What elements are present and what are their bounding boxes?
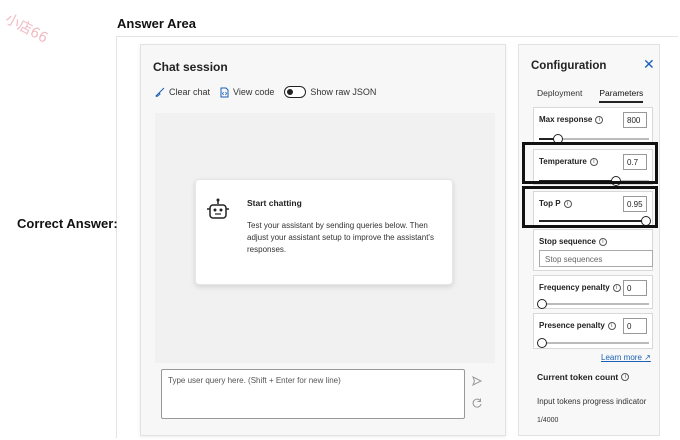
broom-icon [155,87,165,97]
slider-thumb[interactable] [537,299,547,309]
presence-penalty-value-input[interactable]: 0 [623,318,647,334]
learn-more-text[interactable]: Learn more [601,353,642,362]
info-icon[interactable]: i [621,373,630,381]
frequency-penalty-slider[interactable] [537,299,649,309]
start-chatting-card: Start chatting Test your assistant by se… [195,179,453,285]
bot-icon [207,198,229,219]
configuration-title: Configuration [531,60,607,72]
presence-penalty-label: Presence penalty i [539,321,616,330]
toggle-switch[interactable] [284,86,307,98]
max-response-param: Max response i 800 [533,107,653,145]
correct-answer-label: Correct Answer: [17,216,118,231]
show-raw-json-toggle[interactable]: Show raw JSON [284,86,376,98]
close-icon[interactable]: ✕ [643,57,655,73]
learn-more-link[interactable]: Learn more ↗ [601,353,651,362]
frequency-penalty-label-text: Frequency penalty [539,283,610,292]
frequency-penalty-label: Frequency penalty i [539,283,621,292]
token-progress-indicator: Input tokens progress indicator [537,397,647,406]
token-count-value: 1/4000 [537,417,559,424]
chat-toolbar: Clear chat View code Show raw JSON [155,86,386,98]
frequency-penalty-value-input[interactable]: 0 [623,280,647,296]
info-icon[interactable]: i [595,115,604,124]
stop-sequence-label: Stop sequence i [539,237,607,246]
code-file-icon [220,87,229,97]
start-chatting-title: Start chatting [247,198,302,208]
frequency-penalty-param: Frequency penalty i 0 [533,275,653,309]
max-response-label: Max response i [539,115,604,124]
send-icon[interactable] [471,375,483,387]
tab-parameters[interactable]: Parameters [599,88,644,103]
clear-chat-label: Clear chat [169,87,211,97]
configuration-panel: Configuration ✕ Deployment Parameters Ma… [518,44,660,436]
user-query-input[interactable]: Type user query here. (Shift + Enter for… [161,369,465,419]
token-count-title-text: Current token count [537,372,619,382]
answer-area-title: Answer Area [117,16,196,31]
presence-penalty-label-text: Presence penalty [539,321,605,330]
refresh-icon[interactable] [471,397,483,409]
max-response-label-text: Max response [539,115,593,124]
info-icon[interactable]: i [612,283,621,292]
chat-session-title: Chat session [153,60,228,74]
external-link-icon: ↗ [644,353,651,362]
presence-penalty-slider[interactable] [537,338,649,348]
info-icon[interactable]: i [598,237,607,246]
temperature-answer-highlight [522,142,658,184]
max-response-slider[interactable] [539,134,649,144]
info-icon[interactable]: i [607,321,616,330]
slider-thumb[interactable] [537,338,547,348]
watermark: 小店66 [2,11,51,47]
chat-session-panel: Chat session Clear chat View code Show r… [140,44,506,436]
stop-sequence-input[interactable]: Stop sequences [539,250,653,267]
stop-sequence-param: Stop sequence i Stop sequences [533,229,653,271]
config-tabs: Deployment Parameters [537,88,660,103]
token-count-title: Current token count i [537,372,630,382]
stop-sequence-label-text: Stop sequence [539,237,596,246]
clear-chat-button[interactable]: Clear chat [155,87,210,97]
top-p-answer-highlight [522,186,658,228]
presence-penalty-param: Presence penalty i 0 [533,313,653,349]
max-response-value-input[interactable]: 800 [623,112,647,128]
view-code-label: View code [233,87,275,97]
show-raw-json-label: Show raw JSON [310,87,377,97]
tab-deployment[interactable]: Deployment [537,88,582,103]
start-chatting-description: Test your assistant by sending queries b… [247,221,434,254]
view-code-button[interactable]: View code [220,87,274,98]
